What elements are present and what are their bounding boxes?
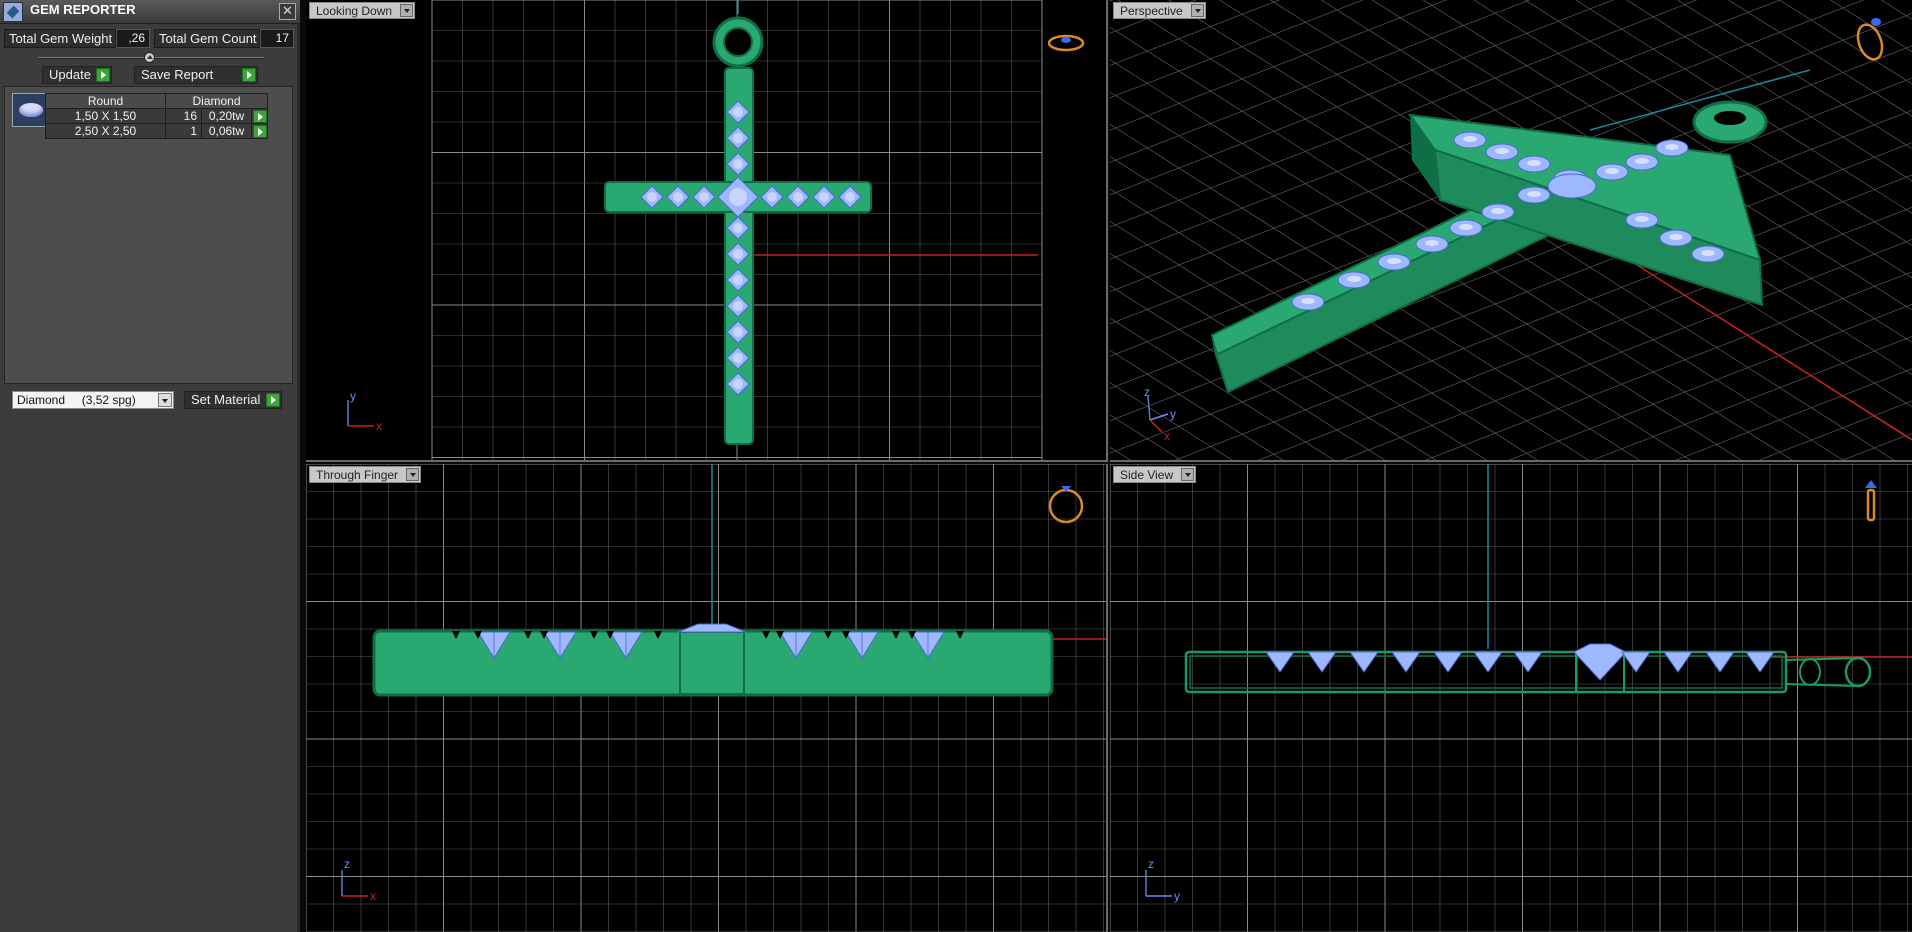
gem-reporter-panel: GEM REPORTER ✕ Total Gem Weight ,26 Tota… xyxy=(0,0,300,932)
material-dropdown-value: Diamond (3,52 spg) xyxy=(17,393,136,407)
view-label: Looking Down xyxy=(316,4,393,18)
top-view-canvas[interactable]: y x xyxy=(306,0,1108,462)
play-arrow-icon xyxy=(252,124,267,138)
front-view-canvas[interactable]: z x xyxy=(306,464,1108,932)
play-arrow-icon xyxy=(242,68,256,82)
viewport-through-finger[interactable]: z x Through Finger xyxy=(306,464,1108,932)
set-material-button-label: Set Material xyxy=(191,392,261,407)
ring-orientation-icon xyxy=(1856,18,1884,61)
axis-label-z: z xyxy=(344,857,350,871)
gem-table-panel: Round Diamond 1,50 X 1,50 16 0,20tw 2,50… xyxy=(4,86,293,384)
grid xyxy=(1110,464,1912,932)
viewport-side-view[interactable]: z y Side View xyxy=(1110,464,1912,932)
view-selector-side-view[interactable]: Side View xyxy=(1113,466,1197,483)
view-selector-looking-down[interactable]: Looking Down xyxy=(309,2,416,19)
cross-pendant-model[interactable] xyxy=(372,623,1054,697)
axis-label-x: x xyxy=(370,889,376,903)
row-select-button[interactable] xyxy=(251,108,268,124)
close-icon[interactable]: ✕ xyxy=(279,3,296,20)
axis-label-y: y xyxy=(350,389,356,403)
panel-titlebar[interactable]: GEM REPORTER ✕ xyxy=(0,0,300,24)
ring-orientation-icon xyxy=(1865,480,1877,522)
update-button-label: Update xyxy=(49,67,91,82)
total-gem-weight-label: Total Gem Weight xyxy=(4,29,116,48)
chevron-down-icon[interactable] xyxy=(1181,468,1195,481)
set-material-button[interactable]: Set Material xyxy=(184,391,282,409)
gem-count-cell: 16 xyxy=(165,108,202,124)
grid xyxy=(306,464,1106,932)
axis-label-x: x xyxy=(1164,429,1170,443)
total-gem-count-value: 17 xyxy=(260,29,294,48)
ring-orientation-icon xyxy=(1047,34,1085,52)
gem-weight-cell: 0,20tw xyxy=(201,108,252,124)
perspective-canvas[interactable]: z y x xyxy=(1110,0,1912,462)
cross-pendant-model[interactable] xyxy=(604,16,872,445)
gem-settings xyxy=(1265,651,1775,673)
gem-table-header: Round Diamond xyxy=(45,93,268,109)
cross-pendant-model[interactable] xyxy=(1184,643,1872,694)
axis-label-y: y xyxy=(1174,889,1180,903)
save-report-button[interactable]: Save Report xyxy=(134,66,258,84)
axis-label-z: z xyxy=(1148,857,1154,871)
total-gem-count-label: Total Gem Count xyxy=(154,29,260,48)
side-view-canvas[interactable]: z y xyxy=(1110,464,1912,932)
update-button[interactable]: Update xyxy=(42,66,112,84)
save-report-button-label: Save Report xyxy=(141,67,214,82)
gem-count-cell: 1 xyxy=(165,123,202,139)
gem-reporter-icon xyxy=(3,2,23,22)
chevron-down-icon[interactable] xyxy=(158,393,172,407)
axis-triad: z y xyxy=(1145,857,1180,903)
gem-size-cell: 1,50 X 1,50 xyxy=(45,108,166,124)
table-row[interactable]: 1,50 X 1,50 16 0,20tw xyxy=(45,108,268,124)
panel-title: GEM REPORTER xyxy=(30,2,136,17)
column-header-shape: Round xyxy=(45,93,166,109)
axis-label-x: x xyxy=(376,419,382,433)
slider-handle[interactable] xyxy=(144,52,155,63)
play-arrow-icon xyxy=(252,109,267,123)
axis-triad: y x xyxy=(347,389,382,433)
axis-label-y: y xyxy=(1170,407,1176,421)
play-arrow-icon xyxy=(266,393,280,407)
viewport-looking-down[interactable]: y x Looking Down xyxy=(306,0,1108,462)
gem-size-cell: 2,50 X 2,50 xyxy=(45,123,166,139)
axis-label-z: z xyxy=(1144,385,1150,399)
play-arrow-icon xyxy=(96,68,110,82)
view-selector-perspective[interactable]: Perspective xyxy=(1113,2,1206,19)
axis-triad: z x xyxy=(341,857,376,903)
view-label: Side View xyxy=(1120,468,1174,482)
column-header-material: Diamond xyxy=(165,93,268,109)
cross-pendant-model[interactable] xyxy=(1210,100,1768,394)
gem-table: Round Diamond 1,50 X 1,50 16 0,20tw 2,50… xyxy=(45,93,268,139)
round-gem-thumbnail[interactable] xyxy=(12,93,49,127)
row-select-button[interactable] xyxy=(251,123,268,139)
table-row[interactable]: 2,50 X 2,50 1 0,06tw xyxy=(45,123,268,139)
material-dropdown[interactable]: Diamond (3,52 spg) xyxy=(12,391,174,409)
chevron-down-icon[interactable] xyxy=(406,468,420,481)
view-label: Perspective xyxy=(1120,4,1183,18)
total-gem-weight-value: ,26 xyxy=(116,29,150,48)
chevron-down-icon[interactable] xyxy=(1190,4,1204,17)
gem-weight-cell: 0,06tw xyxy=(201,123,252,139)
view-label: Through Finger xyxy=(316,468,399,482)
viewport-perspective[interactable]: z y x Perspective xyxy=(1110,0,1912,462)
view-selector-through-finger[interactable]: Through Finger xyxy=(309,466,422,483)
chevron-down-icon[interactable] xyxy=(400,4,414,17)
